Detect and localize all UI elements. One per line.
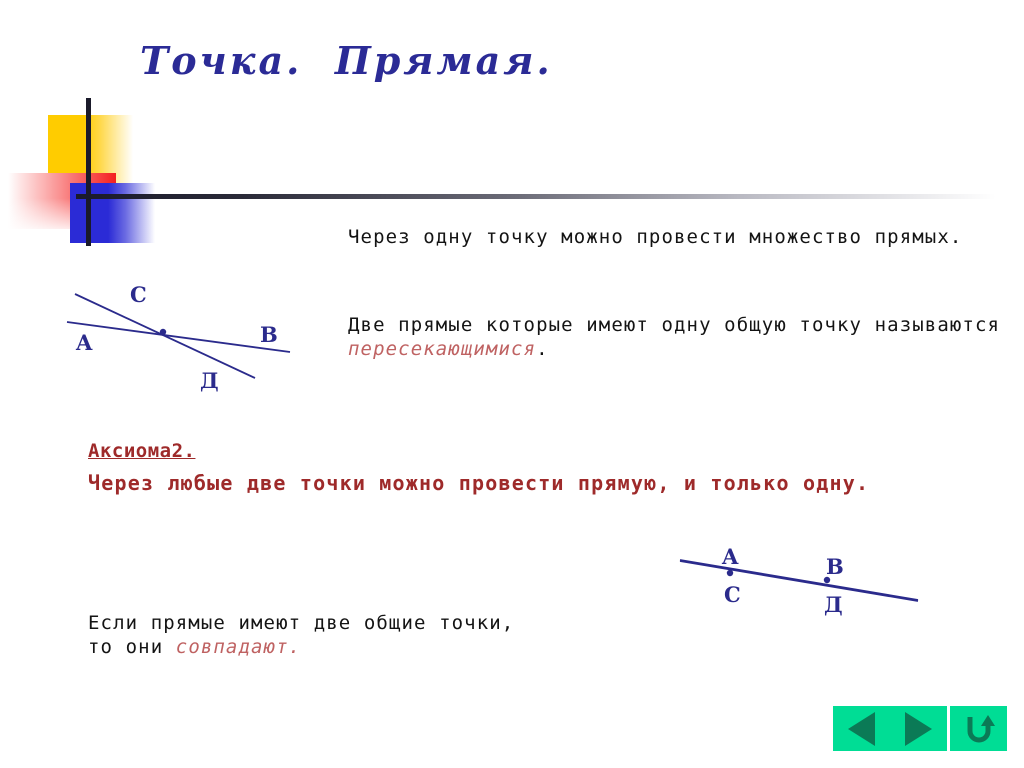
blue-square-decoration (70, 183, 155, 243)
triangle-left-icon (848, 711, 875, 746)
diagram2-label-a: A (722, 544, 739, 569)
presentation-slide: Точка. Прямая. Через одну точку можно пр… (0, 0, 1024, 768)
term-intersecting: пересекающимися (348, 337, 537, 360)
diagram-intersecting-lines: C A В Д (55, 270, 345, 410)
diagram1-label-d: Д (200, 368, 219, 393)
diagram2-label-d: Д (824, 592, 843, 617)
diagram1-label-a: A (76, 330, 93, 355)
paragraph-two-lead: Две прямые которые имеют одну общую точк… (348, 314, 1013, 336)
diagram2-label-c: C (724, 582, 741, 607)
line-ab-coincident (679, 559, 919, 601)
next-slide-button[interactable] (890, 706, 947, 751)
vertical-rule-decoration (86, 98, 91, 246)
coincident-lines-svg (679, 559, 919, 602)
paragraph-two: Две прямые которые имеют одну общую точк… (348, 314, 1008, 362)
axiom-heading: Аксиома2. (88, 440, 196, 462)
line-cd (74, 293, 256, 379)
axiom-statement: Через любые две точки можно провести пря… (88, 471, 870, 495)
line-ab (66, 321, 291, 353)
diagram1-label-b: В (260, 322, 278, 347)
previous-slide-button[interactable] (833, 706, 890, 751)
paragraph-four: Если прямые имеют две общие точки, то он… (88, 612, 518, 660)
line-cd-coincident (679, 560, 919, 602)
triangle-right-icon (905, 711, 932, 746)
paragraph-four-lead: Если прямые имеют две общие точки, то он… (88, 612, 527, 658)
term-coincide: совпадают. (175, 635, 302, 658)
u-turn-arrow-icon (967, 714, 995, 742)
paragraph-two-tail: . (536, 337, 549, 360)
page-title: Точка. Прямая. (140, 38, 553, 83)
paragraph-one: Через одну точку можно провести множеств… (348, 226, 963, 248)
navigation-arrow-group (833, 706, 947, 751)
intersection-point (159, 328, 167, 336)
navigation-bar (833, 706, 1007, 751)
point-ac (726, 569, 734, 577)
diagram-coincident-lines: A В C Д (660, 540, 950, 650)
diagram2-label-b: В (826, 554, 844, 579)
horizontal-rule-decoration (76, 194, 996, 199)
axiom-block: Аксиома2. Через любые две точки можно пр… (88, 440, 908, 496)
return-button[interactable] (950, 706, 1007, 751)
diagram1-label-c: C (130, 282, 147, 307)
